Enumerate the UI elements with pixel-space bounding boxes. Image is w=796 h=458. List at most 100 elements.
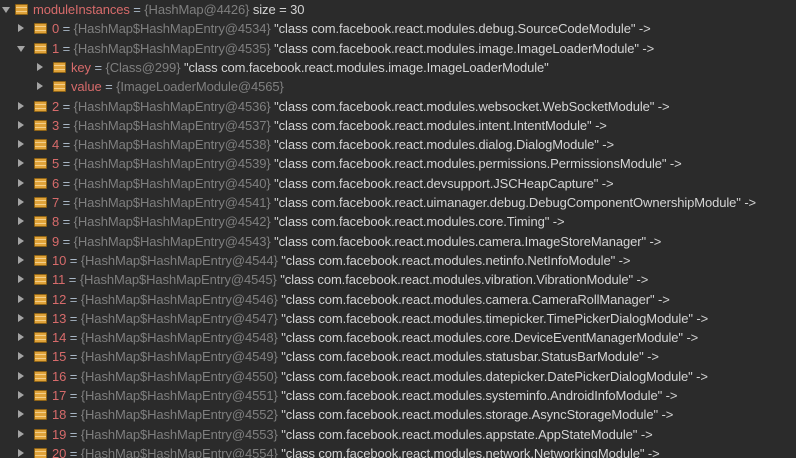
equals-sign: =: [59, 195, 74, 210]
object-reference: {HashMap$HashMapEntry@4551}: [80, 388, 278, 403]
object-reference: {HashMap$HashMapEntry@4537}: [73, 118, 271, 133]
tree-row-entry-1[interactable]: 1 = {HashMap$HashMapEntry@4535} "class c…: [0, 39, 796, 58]
tree-row-entry-20[interactable]: 20 = {HashMap$HashMapEntry@4554} "class …: [0, 444, 796, 458]
triangle-right-icon[interactable]: [16, 193, 26, 212]
triangle-right-icon[interactable]: [16, 328, 26, 347]
tree-row-entry-12[interactable]: 12 = {HashMap$HashMapEntry@4546} "class …: [0, 290, 796, 309]
entry-value: "class com.facebook.react.modules.timepi…: [281, 311, 709, 326]
field-icon: [34, 371, 47, 382]
triangle-right-icon[interactable]: [16, 386, 26, 405]
triangle-right-icon[interactable]: [16, 367, 26, 386]
tree-row-entry-19[interactable]: 19 = {HashMap$HashMapEntry@4553} "class …: [0, 425, 796, 444]
field-icon: [34, 390, 47, 401]
equals-sign: =: [65, 272, 80, 287]
field-icon: [34, 43, 47, 54]
tree-row-entry-7[interactable]: 7 = {HashMap$HashMapEntry@4541} "class c…: [0, 193, 796, 212]
object-reference: {HashMap$HashMapEntry@4542}: [73, 214, 271, 229]
tree-row-entry-9[interactable]: 9 = {HashMap$HashMapEntry@4543} "class c…: [0, 232, 796, 251]
field-icon: [34, 101, 47, 112]
entry-label: 15 = {HashMap$HashMapEntry@4549} "class …: [52, 347, 659, 366]
triangle-right-icon[interactable]: [16, 19, 26, 38]
triangle-right-icon[interactable]: [16, 174, 26, 193]
entry-value: "class com.facebook.react.modules.status…: [281, 349, 659, 364]
triangle-right-icon[interactable]: [16, 347, 26, 366]
tree-row-root[interactable]: moduleInstances = {HashMap@4426} size = …: [0, 0, 796, 19]
tree-row-entry-16[interactable]: 16 = {HashMap$HashMapEntry@4550} "class …: [0, 367, 796, 386]
entry-name: 13: [52, 311, 67, 326]
tree-row-entry-8[interactable]: 8 = {HashMap$HashMapEntry@4542} "class c…: [0, 212, 796, 231]
tree-row-entry-14[interactable]: 14 = {HashMap$HashMapEntry@4548} "class …: [0, 328, 796, 347]
object-reference: {HashMap$HashMapEntry@4541}: [73, 195, 271, 210]
field-icon: [34, 351, 47, 362]
entry-label: 4 = {HashMap$HashMapEntry@4538} "class c…: [52, 135, 614, 154]
triangle-right-icon[interactable]: [16, 97, 26, 116]
entry-value: "class com.facebook.react.modules.datepi…: [281, 369, 708, 384]
variable-name: moduleInstances: [33, 2, 130, 17]
triangle-right-icon[interactable]: [16, 405, 26, 424]
tree-row-entry-2[interactable]: 2 = {HashMap$HashMapEntry@4536} "class c…: [0, 97, 796, 116]
entry-name: 16: [52, 369, 67, 384]
triangle-right-icon[interactable]: [16, 232, 26, 251]
triangle-right-icon[interactable]: [16, 135, 26, 154]
tree-row-entry-4[interactable]: 4 = {HashMap$HashMapEntry@4538} "class c…: [0, 135, 796, 154]
size-label: size = 30: [252, 2, 305, 17]
entry-label: 18 = {HashMap$HashMapEntry@4552} "class …: [52, 405, 673, 424]
tree-row-entry-0[interactable]: 0 = {HashMap$HashMapEntry@4534} "class c…: [0, 19, 796, 38]
entry-value: "class com.facebook.react.uimanager.debu…: [274, 195, 757, 210]
triangle-right-icon[interactable]: [35, 58, 45, 77]
expand-toggle-icon[interactable]: [1, 0, 11, 19]
triangle-right-icon[interactable]: [35, 77, 45, 96]
object-reference: {HashMap$HashMapEntry@4553}: [80, 427, 278, 442]
field-icon: [34, 139, 47, 150]
equals-sign: =: [59, 21, 74, 36]
tree-row-entry-15[interactable]: 15 = {HashMap$HashMapEntry@4549} "class …: [0, 347, 796, 366]
triangle-right-icon[interactable]: [16, 212, 26, 231]
triangle-right-icon[interactable]: [16, 270, 26, 289]
tree-row-entry-5[interactable]: 5 = {HashMap$HashMapEntry@4539} "class c…: [0, 154, 796, 173]
field-icon: [34, 120, 47, 131]
entry-label: 19 = {HashMap$HashMapEntry@4553} "class …: [52, 425, 653, 444]
tree-row-entry-6[interactable]: 6 = {HashMap$HashMapEntry@4540} "class c…: [0, 174, 796, 193]
equals-sign: =: [66, 407, 81, 422]
entry-label: 10 = {HashMap$HashMapEntry@4544} "class …: [52, 251, 630, 270]
entry-value: "class com.facebook.react.modules.websoc…: [274, 99, 670, 114]
entry-value: "class com.facebook.react.modules.core.T…: [274, 214, 565, 229]
tree-row-key[interactable]: key = {Class@299} "class com.facebook.re…: [0, 58, 796, 77]
triangle-right-icon[interactable]: [16, 290, 26, 309]
triangle-right-icon[interactable]: [16, 251, 26, 270]
tree-row-entry-17[interactable]: 17 = {HashMap$HashMapEntry@4551} "class …: [0, 386, 796, 405]
tree-row-value[interactable]: value = {ImageLoaderModule@4565}: [0, 77, 796, 96]
field-icon: [34, 332, 47, 343]
entry-name: 19: [52, 427, 67, 442]
triangle-right-icon[interactable]: [16, 154, 26, 173]
entry-value: "class com.facebook.react.modules.appsta…: [281, 427, 653, 442]
entry-label: 13 = {HashMap$HashMapEntry@4547} "class …: [52, 309, 708, 328]
entry-label: 5 = {HashMap$HashMapEntry@4539} "class c…: [52, 154, 682, 173]
entry-label: 1 = {HashMap$HashMapEntry@4535} "class c…: [52, 39, 654, 58]
tree-row-entry-13[interactable]: 13 = {HashMap$HashMapEntry@4547} "class …: [0, 309, 796, 328]
tree-row-entry-18[interactable]: 18 = {HashMap$HashMapEntry@4552} "class …: [0, 405, 796, 424]
object-reference: {HashMap@4426}: [144, 2, 250, 17]
triangle-right-icon[interactable]: [16, 444, 26, 458]
triangle-right-icon[interactable]: [16, 116, 26, 135]
entry-label: 8 = {HashMap$HashMapEntry@4542} "class c…: [52, 212, 565, 231]
tree-row-entry-3[interactable]: 3 = {HashMap$HashMapEntry@4537} "class c…: [0, 116, 796, 135]
tree-row-entry-11[interactable]: 11 = {HashMap$HashMapEntry@4545} "class …: [0, 270, 796, 289]
field-icon: [34, 429, 47, 440]
triangle-down-icon[interactable]: [16, 39, 26, 58]
entry-value: "class com.facebook.react.modules.storag…: [281, 407, 674, 422]
field-icon: [34, 236, 47, 247]
object-reference: {HashMap$HashMapEntry@4535}: [73, 41, 271, 56]
entry-label: 11 = {HashMap$HashMapEntry@4545} "class …: [52, 270, 648, 289]
triangle-right-icon[interactable]: [16, 309, 26, 328]
entry-name: 15: [52, 349, 67, 364]
object-reference: {HashMap$HashMapEntry@4539}: [73, 156, 271, 171]
object-reference: {HashMap$HashMapEntry@4544}: [80, 253, 278, 268]
equals-sign: =: [59, 234, 74, 249]
object-reference: {HashMap$HashMapEntry@4538}: [73, 137, 271, 152]
tree-row-entry-10[interactable]: 10 = {HashMap$HashMapEntry@4544} "class …: [0, 251, 796, 270]
field-icon: [53, 81, 66, 92]
triangle-right-icon[interactable]: [16, 425, 26, 444]
field-icon: [34, 178, 47, 189]
entry-name: 14: [52, 330, 67, 345]
